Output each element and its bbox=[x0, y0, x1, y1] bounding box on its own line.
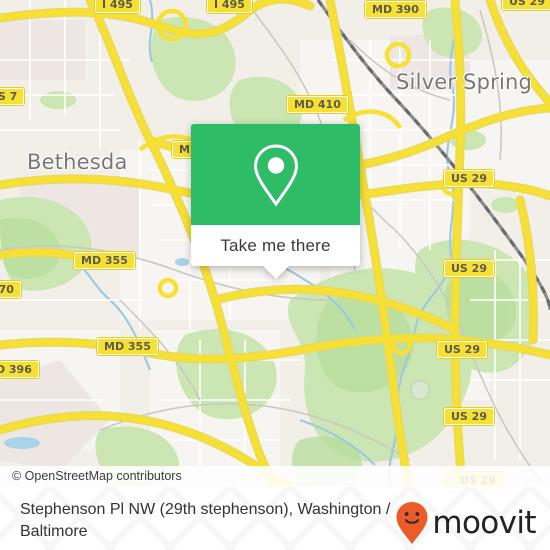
map-canvas[interactable]: Silver Spring Bethesda I 495 I 495 MD 39… bbox=[0, 0, 550, 487]
road-shield: MD 355 bbox=[96, 337, 159, 356]
road-shield: I 495 bbox=[94, 0, 141, 14]
road-shield: MD 410 bbox=[286, 95, 349, 114]
moovit-smiley-pin-icon bbox=[396, 502, 428, 544]
road-shield: I 495 bbox=[206, 0, 253, 14]
place-title: Stephenson Pl NW (29th stephenson), Wash… bbox=[20, 501, 391, 540]
take-me-there-label: Take me there bbox=[220, 235, 331, 255]
popup-card-tail bbox=[262, 266, 289, 279]
road-shield: US 29 bbox=[436, 340, 488, 359]
attribution-text: © OpenStreetMap contributors bbox=[12, 469, 182, 483]
map-attribution-bar: © OpenStreetMap contributors bbox=[0, 466, 550, 487]
interchange-islands bbox=[410, 380, 430, 400]
moovit-wordmark: moovit bbox=[432, 504, 536, 541]
road-shield: MD 355 bbox=[73, 251, 136, 270]
popup-card-header bbox=[191, 124, 360, 225]
road-shield: US 29 bbox=[443, 407, 495, 426]
road-shield: US 7 bbox=[0, 87, 26, 106]
road-shield: US 29 bbox=[443, 259, 495, 278]
road-shield: US 29 bbox=[443, 169, 495, 188]
road-shield: I 270 bbox=[0, 280, 22, 299]
footer-bar: Stephenson Pl NW (29th stephenson), Wash… bbox=[0, 487, 550, 550]
moovit-map-screenshot: Silver Spring Bethesda I 495 I 495 MD 39… bbox=[0, 0, 550, 550]
road-shield: US 29 bbox=[501, 0, 550, 11]
destination-popup-card[interactable]: Take me there bbox=[191, 124, 360, 279]
popup-card-action[interactable]: Take me there bbox=[191, 225, 360, 266]
road-shield: MD 390 bbox=[364, 0, 427, 19]
moovit-logo[interactable]: moovit bbox=[395, 501, 537, 545]
map-pin-icon bbox=[253, 143, 298, 207]
road-shield: MD 396 bbox=[0, 360, 40, 379]
